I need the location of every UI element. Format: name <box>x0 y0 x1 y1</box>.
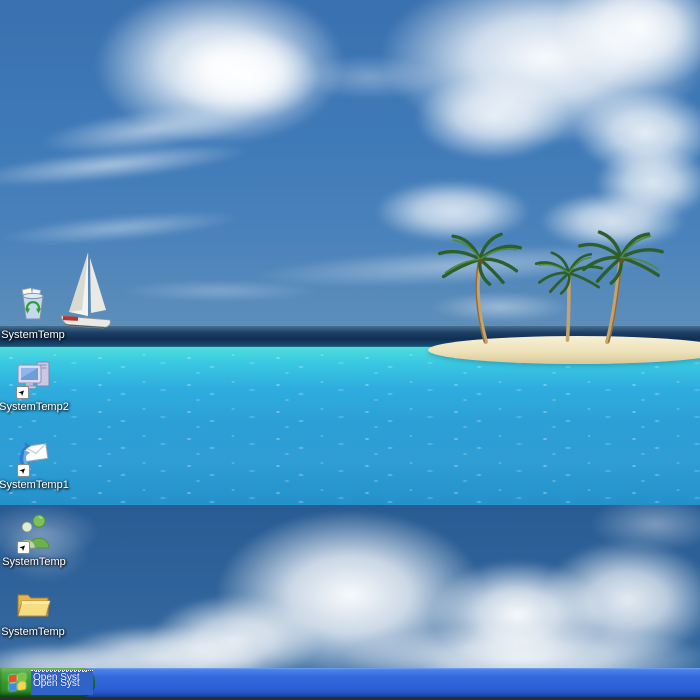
shortcut-arrow-icon: ➤ <box>17 541 30 554</box>
cloud <box>300 55 440 100</box>
glitched-icon-label[interactable]: Open Syst Open Syst <box>31 670 93 695</box>
icon-label[interactable]: SystemTemp2 <box>0 401 79 414</box>
icon-label[interactable]: SystemTemp1 <box>0 479 79 492</box>
icon-label[interactable]: SystemTemp <box>0 556 79 569</box>
windows-logo-icon <box>8 673 27 692</box>
palm-tree-icon <box>572 228 670 350</box>
palm-tree-icon <box>432 232 528 348</box>
desktop-icon-my-computer[interactable]: ➤ SystemTemp2 <box>0 359 79 414</box>
shortcut-arrow-icon: ➤ <box>17 464 30 477</box>
desktop-icon-recycle-bin[interactable]: SystemTemp <box>0 287 78 342</box>
icon-label[interactable]: SystemTemp <box>0 626 78 639</box>
recycle-bin-icon <box>15 287 51 323</box>
icon-label[interactable]: SystemTemp <box>0 329 78 342</box>
desktop-icon-folder[interactable]: SystemTemp <box>0 588 78 639</box>
glitch-text-line: Open Syst <box>33 678 80 689</box>
water-sparkle <box>0 352 700 505</box>
cloud <box>120 280 320 302</box>
taskbar[interactable]: Open Syst Open Syst <box>0 668 700 700</box>
cloud <box>415 75 570 160</box>
desktop-icon-msn-messenger[interactable]: ➤ SystemTemp <box>0 512 79 569</box>
desktop-icon-outlook-express[interactable]: ➤ SystemTemp1 <box>0 437 79 492</box>
wallpaper-tile-1 <box>0 0 700 505</box>
shortcut-arrow-icon: ➤ <box>16 386 29 399</box>
desktop-screen: SystemTemp ➤ SystemTemp2 <box>0 0 700 700</box>
folder-icon <box>15 588 51 620</box>
start-button[interactable]: Open Syst Open Syst <box>0 668 95 697</box>
